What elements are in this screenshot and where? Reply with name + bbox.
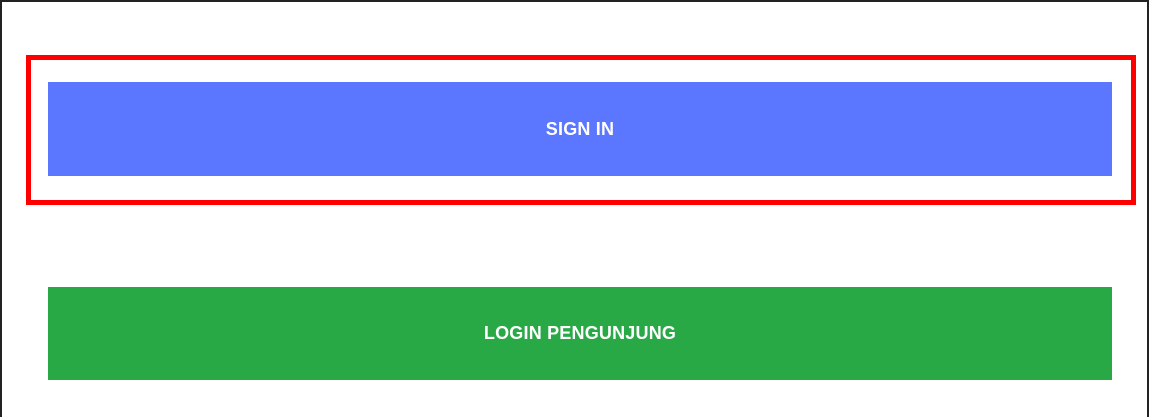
sign-in-button[interactable]: SIGN IN bbox=[48, 82, 1112, 176]
visitor-login-button[interactable]: LOGIN PENGUNJUNG bbox=[48, 287, 1112, 380]
screenshot-frame: SIGN IN LOGIN PENGUNJUNG bbox=[0, 0, 1149, 417]
sign-in-label: SIGN IN bbox=[545, 118, 615, 139]
visitor-login-label: LOGIN PENGUNJUNG bbox=[483, 323, 677, 343]
